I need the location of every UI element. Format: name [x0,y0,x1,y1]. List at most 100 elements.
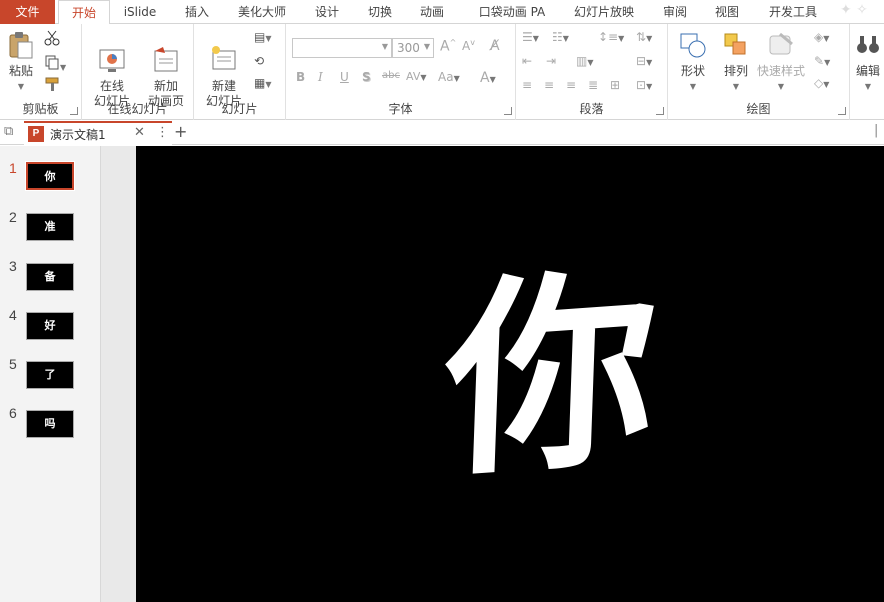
shape-outline-icon[interactable]: ✎▼ [814,54,830,68]
font-size-value: 300 [397,41,420,55]
align-center-icon[interactable]: ≡ [544,78,554,92]
line-spacing-icon[interactable]: ↕≡▼ [598,30,624,44]
tab-list-icon[interactable]: ⧉ [4,124,13,139]
drawing-launcher-icon[interactable] [838,107,846,115]
paste-label: 粘贴 [8,64,33,78]
copy-button[interactable]: ▼ [44,54,66,73]
layout-button[interactable]: ▤▼ [254,30,272,44]
tab-transitions[interactable]: 切换 [356,0,404,24]
chevron-down-icon: ▼ [423,42,430,51]
add-tab-icon[interactable]: + [174,122,187,141]
chevron-down-icon: ▼ [381,42,388,51]
tab-slideshow[interactable]: 幻灯片放映 [566,0,642,24]
paste-button[interactable]: 粘贴 ▼ [4,30,38,94]
tab-animations[interactable]: 动画 [408,0,456,24]
shadow-icon[interactable]: S [362,70,371,84]
more-icon[interactable]: ⋮ [156,125,169,140]
clear-formatting-icon[interactable]: A̸ [490,38,500,54]
distribute-icon[interactable]: ⊞ [610,78,620,92]
decrease-indent-icon[interactable]: ⇤ [522,54,532,68]
editor-margin [100,146,136,602]
slide-thumbnail-5[interactable]: 了 [26,361,74,389]
cut-button[interactable] [44,30,60,49]
align-right-icon[interactable]: ≡ [566,78,576,92]
tab-beautify[interactable]: 美化大师 [228,0,296,24]
character-spacing-icon[interactable]: AV▼ [406,70,427,83]
tab-design[interactable]: 设计 [302,0,352,24]
tab-review[interactable]: 审阅 [652,0,698,24]
clipboard-launcher-icon[interactable] [70,107,78,115]
bullets-icon[interactable]: ☰▼ [522,30,539,44]
document-tab[interactable]: P 演示文稿1 ✕ ⋮ [24,121,172,145]
slide-thumbnail-4[interactable]: 好 [26,312,74,340]
online-slides-icon [99,49,125,72]
slide-number: 5 [9,356,17,372]
tab-pocket-animation[interactable]: 口袋动画 PA [468,0,556,24]
document-title: 演示文稿1 [50,128,106,142]
slides-group-label: 幻灯片 [221,102,258,116]
font-size-combo[interactable]: 300 ▼ [392,38,434,58]
font-color-icon[interactable]: A▼ [480,70,496,86]
ribbon-tab-bar: 文件 开始 iSlide 插入 美化大师 设计 切换 动画 口袋动画 PA 幻灯… [0,0,884,25]
paste-icon [9,32,33,59]
edit-button[interactable]: 编辑 ▼ [852,30,884,94]
layout-icon: ▤ [254,30,266,44]
slide-canvas[interactable]: 你 [136,146,884,602]
strikethrough-icon[interactable]: abc [382,70,400,81]
slide-thumbnail-3[interactable]: 备 [26,263,74,291]
slide-text[interactable]: 你 [431,245,671,506]
arrange-icon [724,33,746,55]
quick-style-icon [769,32,793,55]
smartart-icon[interactable]: ⊡▼ [636,78,652,92]
online-slides-group-label: 在线幻灯片 [107,102,168,116]
slide-thumbnail-panel: 1 你 2 准 3 备 4 好 5 了 6 吗 [0,146,100,602]
tab-developer[interactable]: 开发工具 [760,0,826,24]
slide-thumbnail-1[interactable]: 你 [25,161,75,191]
drawing-group-label: 绘图 [746,102,771,116]
shape-effects-icon[interactable]: ◇▼ [814,76,829,90]
decrease-font-size-icon[interactable]: Av [462,38,475,53]
slide-thumbnail-6[interactable]: 吗 [26,410,74,438]
bold-icon[interactable]: B [296,70,305,84]
section-button[interactable]: ▦▼ [254,76,272,90]
columns-icon[interactable]: ▥▼ [576,54,594,68]
slide-number: 1 [9,160,17,176]
shapes-icon [680,33,706,58]
justify-icon[interactable]: ≣ [588,78,598,92]
tab-view[interactable]: 视图 [704,0,750,24]
font-launcher-icon[interactable] [504,107,512,115]
numbering-icon[interactable]: ☷▼ [552,30,569,44]
format-painter-button[interactable] [44,76,62,95]
shape-label: 形状 [680,64,705,78]
align-text-icon[interactable]: ⊟▼ [636,54,652,68]
paste-dropdown-icon[interactable]: ▼ [4,79,38,94]
text-direction-icon[interactable]: ⇅▼ [636,30,652,44]
change-case-icon[interactable]: Aa▼ [438,70,460,84]
increase-font-size-icon[interactable]: A^ [440,38,456,55]
tab-file[interactable]: 文件 [0,0,55,24]
paragraph-launcher-icon[interactable] [656,107,664,115]
clipboard-group: 粘贴 ▼ ▼ 剪贴板 [0,24,82,120]
close-icon[interactable]: ✕ [134,125,145,140]
tab-home[interactable]: 开始 [58,0,110,25]
quick-style-button[interactable]: 快速样式 ▼ [756,30,806,94]
format-painter-icon [45,77,59,91]
tab-islide[interactable]: iSlide [114,0,166,24]
tab-insert[interactable]: 插入 [172,0,222,24]
copy-icon [45,55,59,70]
edit-label: 编辑 [855,64,880,78]
slide-number: 2 [9,209,17,225]
arrange-button[interactable]: 排列 ▼ [716,30,756,94]
font-name-combo[interactable]: ▼ [292,38,392,58]
shape-button[interactable]: 形状 ▼ [672,30,714,94]
shape-fill-icon[interactable]: ◈▼ [814,30,829,44]
reset-button[interactable]: ⟲ [254,54,264,68]
underline-icon[interactable]: U [340,70,349,84]
increase-indent-icon[interactable]: ⇥ [546,54,556,68]
document-tab-bar: ⧉ P 演示文稿1 ✕ ⋮ + | [0,121,884,145]
tab-overflow-icon[interactable]: | [874,123,878,138]
align-left-icon[interactable]: ≡ [522,78,532,92]
italic-icon[interactable]: I [318,70,323,84]
slide-number: 3 [9,258,17,274]
slide-thumbnail-2[interactable]: 准 [26,213,74,241]
